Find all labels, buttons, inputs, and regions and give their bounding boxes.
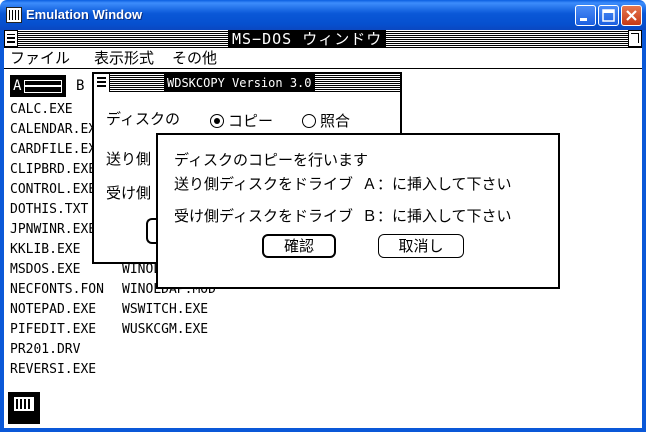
close-button[interactable]: [621, 5, 642, 26]
radio-compare[interactable]: [302, 114, 316, 128]
menu-view[interactable]: 表示形式: [94, 48, 154, 68]
file-item[interactable]: NOTEPAD.EXE: [10, 300, 104, 320]
file-item[interactable]: PIFEDIT.EXE: [10, 320, 104, 340]
drive-b-icon[interactable]: B: [76, 75, 84, 97]
file-item[interactable]: PR201.DRV: [10, 340, 104, 360]
radio-copy-label[interactable]: コピー: [228, 110, 273, 131]
file-item[interactable]: NECFONTS.FON: [10, 280, 104, 300]
message-line-2: 送り側ディスクをドライブ Ａ：に挿入して下さい: [174, 175, 512, 193]
wdskcopy-title: WDSKCOPY Version 3.0: [164, 74, 315, 92]
cancel-button[interactable]: 取消し: [378, 234, 464, 258]
dos-window-title: MS−DOS ウィンドウ: [228, 30, 387, 48]
restore-icon[interactable]: [628, 30, 642, 47]
file-item[interactable]: REVERSI.EXE: [10, 360, 104, 380]
minimize-icon: [580, 18, 587, 21]
file-item[interactable]: JPNWINR.EXE: [10, 220, 104, 240]
menu-file[interactable]: ファイル: [10, 48, 70, 68]
app-icon[interactable]: [6, 7, 22, 23]
menu-other[interactable]: その他: [172, 48, 217, 68]
file-item[interactable]: CONTROL.EXE: [10, 180, 104, 200]
file-item[interactable]: WSWITCH.EXE: [122, 300, 216, 320]
system-menu-icon[interactable]: [4, 30, 18, 47]
file-item[interactable]: MSDOS.EXE: [10, 260, 104, 280]
file-item[interactable]: DOTHIS.TXT: [10, 200, 104, 220]
file-item[interactable]: CALENDAR.EXE: [10, 120, 104, 140]
receive-side-label: 受け側: [106, 184, 152, 202]
message-line-3: 受け側ディスクをドライブ Ｂ：に挿入して下さい: [174, 207, 512, 225]
window-frame-right: [642, 30, 646, 432]
file-item[interactable]: KKLIB.EXE: [10, 240, 104, 260]
ok-button[interactable]: 確認: [262, 234, 336, 258]
menu-bar: ファイル 表示形式 その他: [4, 48, 642, 69]
window-title: Emulation Window: [26, 7, 143, 22]
close-icon: [626, 10, 637, 21]
send-side-label: 送り側: [106, 150, 152, 168]
window-frame-bottom: [0, 428, 646, 432]
window-titlebar[interactable]: Emulation Window: [0, 0, 646, 30]
minimized-app-icon[interactable]: [8, 392, 40, 424]
message-line-1: ディスクのコピーを行います: [174, 151, 368, 169]
file-item[interactable]: CARDFILE.EXE: [10, 140, 104, 160]
drive-a-icon[interactable]: A: [10, 75, 66, 97]
wdskcopy-system-menu-icon[interactable]: [94, 74, 110, 92]
file-list-column-1: CALC.EXE CALENDAR.EXE CARDFILE.EXE CLIPB…: [10, 100, 104, 380]
maximize-icon: [602, 9, 615, 22]
copy-message-dialog: ディスクのコピーを行います 送り側ディスクをドライブ Ａ：に挿入して下さい 受け…: [156, 133, 560, 289]
file-item[interactable]: CLIPBRD.EXE: [10, 160, 104, 180]
wdskcopy-titlebar[interactable]: WDSKCOPY Version 3.0: [94, 74, 400, 92]
file-item[interactable]: CALC.EXE: [10, 100, 104, 120]
dos-client-area: MS−DOS ウィンドウ ファイル 表示形式 その他 A B CALC.EXE …: [4, 30, 642, 428]
file-item[interactable]: WUSKCGM.EXE: [122, 320, 216, 340]
radio-compare-label[interactable]: 照合: [320, 110, 350, 131]
disk-label: ディスクの: [106, 110, 180, 128]
maximize-button[interactable]: [598, 5, 619, 26]
minimize-button[interactable]: [575, 5, 596, 26]
radio-copy[interactable]: [210, 114, 224, 128]
dos-titlebar[interactable]: MS−DOS ウィンドウ: [4, 30, 642, 48]
